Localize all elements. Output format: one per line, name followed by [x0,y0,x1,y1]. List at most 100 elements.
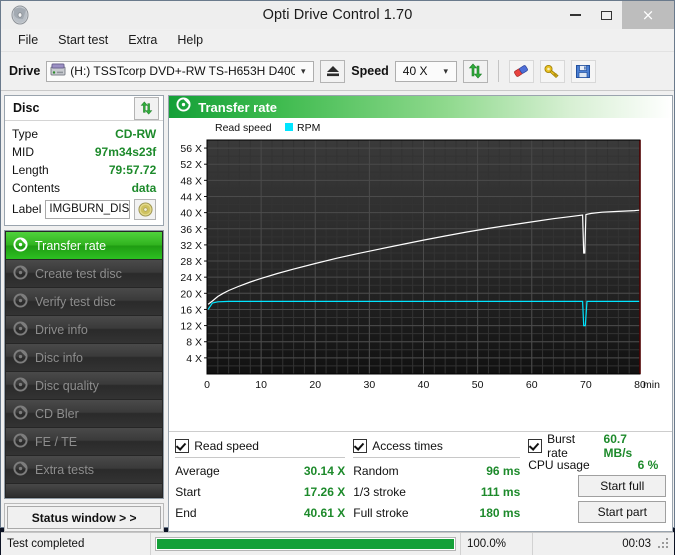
chevron-down-icon: ▾ [301,65,306,76]
drive-select[interactable]: (H:) TSSTcorp DVD+-RW TS-H653H D400 ▾ [46,60,315,82]
result-row-random: Random 96 ms [353,460,528,481]
sidebar-item-label: Verify test disc [35,294,116,309]
close-button[interactable]: × [622,1,674,29]
speed-value: 40 X [402,64,428,78]
disc-test-icon [13,264,28,283]
access-times-checkbox[interactable] [353,438,368,453]
result-key: End [175,505,197,520]
legend-rpm: RPM [297,122,320,134]
results-panel: Read speed Average 30.14 X Start 17.26 X… [169,431,673,531]
y-tick-label: 28 X [181,256,203,268]
x-tick-label: 10 [256,379,268,391]
legend-read-speed: Read speed [215,122,272,134]
y-tick-label: 12 X [181,321,203,333]
sidebar-item-transfer-rate[interactable]: Transfer rate [6,232,163,259]
result-key: Average [175,463,220,478]
sidebar-item-extra-tests[interactable]: Extra tests [6,456,163,483]
sidebar-item-label: Disc quality [35,378,99,393]
left-panel: Disc Type CD-RW MID 97m34s23f Length 79:… [4,95,165,532]
disc-label-button[interactable] [134,198,157,220]
refresh-button[interactable] [462,59,488,83]
tools-icon [544,64,559,78]
speed-select[interactable]: 40 X ▾ [394,60,457,82]
burst-rate-checkbox[interactable] [528,438,543,453]
menu-item-help[interactable]: Help [168,31,212,49]
disc-test-icon [13,320,28,339]
start-full-button[interactable]: Start full [578,475,667,497]
disc-row-key: Length [12,163,49,177]
sidebar-item-disc-info[interactable]: Disc info [6,344,163,371]
disc-row-key: MID [12,145,34,159]
toolbar-separator [497,60,499,82]
drive-label: Drive [9,64,41,78]
menu-bar: File Start test Extra Help [1,29,674,52]
sidebar-item-fe-te[interactable]: FE / TE [6,428,163,455]
disc-label-key: Label [12,202,42,216]
status-window-button[interactable]: Status window > > [7,506,162,529]
sidebar-item-label: CD Bler [35,406,79,421]
status-message: Test completed [1,533,151,555]
y-tick-label: 48 X [181,175,203,187]
sidebar-item-cd-bler[interactable]: CD Bler [6,400,163,427]
transfer-rate-chart: 4 X 8 X 12 X 16 X 20 X 24 X 28 X 32 X 36 X 40 X 44… [181,122,661,391]
result-value: 180 ms [479,505,521,520]
read-speed-checkbox[interactable] [175,438,190,453]
chart-title: Transfer rate [198,99,278,115]
right-panel: Transfer rate 4 X 8 X 12 X 16 X 20 X 24 X 28 X… [168,95,674,532]
disc-icon [138,201,153,217]
speed-label: Speed [351,64,389,78]
x-tick-label: 60 [526,379,538,391]
y-tick-label: 32 X [181,240,203,252]
y-tick-label: 56 X [181,143,203,155]
erase-button[interactable] [508,59,534,83]
progress-percent: 100.0% [461,533,533,555]
x-axis-unit-label: min [643,379,660,391]
title-bar: Opti Drive Control 1.70 × [1,1,674,29]
toolbar: Drive (H:) TSSTcorp DVD+-RW TS-H653H D40… [1,52,674,91]
resize-grip[interactable] [657,537,671,551]
sidebar-item-create-test-disc[interactable]: Create test disc [6,260,163,287]
sidebar-item-label: Transfer rate [35,238,107,253]
save-button[interactable] [570,59,596,83]
start-part-button[interactable]: Start part [578,501,667,523]
tools-button[interactable] [539,59,565,83]
application-window: Opti Drive Control 1.70 × File Start tes… [0,0,675,555]
menu-item-file[interactable]: File [9,31,47,49]
disc-row-mid: MID 97m34s23f [12,143,156,161]
read-speed-header: Read speed [175,437,353,454]
disc-row-value: data [131,181,157,195]
sidebar-item-label: Drive info [35,322,88,337]
result-row-full-stroke: Full stroke 180 ms [353,502,528,523]
app-disc-icon [9,5,31,25]
result-value: 96 ms [486,463,521,478]
y-tick-label: 16 X [181,304,203,316]
disc-test-icon [176,97,191,117]
maximize-button[interactable] [591,1,622,29]
burst-rate-header: Burst rate 60.7 MB/s [528,432,666,460]
y-tick-label: 4 X [186,353,202,365]
disc-row-value: 79:57.72 [108,163,157,177]
y-tick-label: 24 X [181,272,203,284]
result-value: 40.61 X [303,505,346,520]
sidebar-item-label: FE / TE [35,434,78,449]
disc-test-icon [13,460,28,479]
read-speed-results: Read speed Average 30.14 X Start 17.26 X… [175,437,353,531]
sidebar-item-disc-quality[interactable]: Disc quality [6,372,163,399]
eject-button[interactable] [320,59,346,83]
disc-label-input[interactable]: IMGBURN_DIS [45,199,131,219]
result-key: Full stroke [353,505,409,520]
menu-item-extra[interactable]: Extra [119,31,166,49]
sidebar-item-drive-info[interactable]: Drive info [6,316,163,343]
menu-item-start-test[interactable]: Start test [49,31,117,49]
result-value: 6 % [637,457,659,472]
access-times-header: Access times [353,437,528,454]
sidebar-item-verify-test-disc[interactable]: Verify test disc [6,288,163,315]
disc-refresh-button[interactable] [134,96,160,120]
access-times-label: Access times [372,438,443,453]
sidebar-item-label: Extra tests [35,462,95,477]
nav-filler [6,484,163,497]
test-nav-list: Transfer rate Create test disc Verify te… [4,230,165,499]
window-controls: × [560,1,674,29]
minimize-button[interactable] [560,1,591,29]
disc-row-length: Length 79:57.72 [12,161,156,179]
